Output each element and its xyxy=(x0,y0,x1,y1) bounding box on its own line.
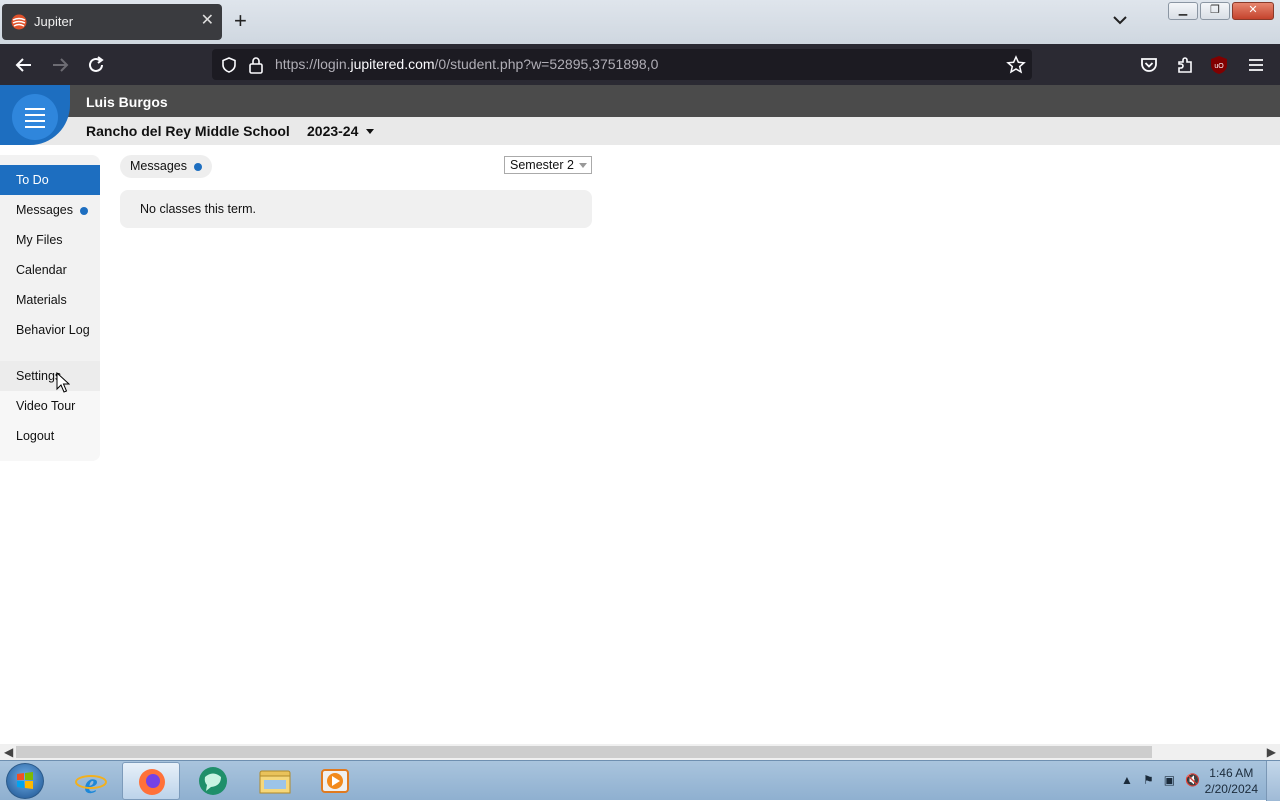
horizontal-scrollbar[interactable]: ◀ ▶ xyxy=(0,744,1280,760)
bookmark-star-icon[interactable] xyxy=(1006,55,1026,75)
svg-text:e: e xyxy=(84,767,97,800)
sidebar-item-label: To Do xyxy=(16,173,49,187)
new-tab-icon[interactable]: + xyxy=(234,8,247,34)
messages-pill[interactable]: Messages xyxy=(120,155,212,178)
scroll-left-icon[interactable]: ◀ xyxy=(4,745,13,759)
url-text: https://login.jupitered.com/0/student.ph… xyxy=(275,56,659,72)
scroll-right-icon[interactable]: ▶ xyxy=(1267,745,1276,759)
restore-icon[interactable]: ❐ xyxy=(1200,2,1230,20)
sidebar-item-messages[interactable]: Messages xyxy=(0,195,100,225)
chevron-down-icon xyxy=(579,163,587,168)
browser-tab-strip: Jupiter ✕ + ▁ ❐ ✕ xyxy=(0,0,1280,44)
url-bar[interactable]: https://login.jupitered.com/0/student.ph… xyxy=(212,49,1032,80)
reload-icon[interactable] xyxy=(85,54,107,76)
sidebar-item-label: Logout xyxy=(16,429,55,443)
sidebar-item-calendar[interactable]: Calendar xyxy=(0,255,100,285)
volume-muted-icon[interactable]: 🔇 xyxy=(1185,773,1200,787)
sidebar-item-label: My Files xyxy=(16,233,63,247)
window-controls: ▁ ❐ ✕ xyxy=(1168,2,1274,20)
school-bar: Rancho del Rey Middle School 2023-24 xyxy=(0,117,1280,145)
sidebar-item-label: Behavior Log xyxy=(16,323,90,337)
sidebar-item-logout[interactable]: Logout xyxy=(0,421,100,451)
app-header: Luis Burgos xyxy=(0,85,1280,117)
unread-dot-icon xyxy=(79,206,88,215)
tab-close-icon[interactable]: ✕ xyxy=(201,10,214,30)
app-menu-icon[interactable] xyxy=(1245,54,1267,76)
extensions-puzzle-icon[interactable] xyxy=(1174,54,1196,76)
windows-taskbar: e ▲ ⚑ ▣ 🔇 1:46 AM 2/20/2024 xyxy=(0,760,1280,801)
svg-text:uO: uO xyxy=(1214,63,1224,70)
tab-title: Jupiter xyxy=(34,14,74,29)
jupiter-favicon-icon xyxy=(11,14,27,30)
action-center-flag-icon[interactable]: ⚑ xyxy=(1143,773,1154,787)
start-button-icon[interactable] xyxy=(6,763,44,799)
ublock-origin-icon[interactable]: uO xyxy=(1208,54,1230,76)
sidebar-item-behavior-log[interactable]: Behavior Log xyxy=(0,315,100,345)
sidebar-item-materials[interactable]: Materials xyxy=(0,285,100,315)
browser-tab[interactable]: Jupiter ✕ xyxy=(2,4,222,40)
sidebar-item-label: Messages xyxy=(16,203,73,217)
empty-classes-panel: No classes this term. xyxy=(120,190,592,228)
sidebar-item-label: Settings xyxy=(16,369,62,383)
user-name: Luis Burgos xyxy=(86,94,168,110)
system-clock[interactable]: 1:46 AM 2/20/2024 xyxy=(1205,765,1258,797)
unread-dot-icon xyxy=(193,162,202,171)
network-icon[interactable]: ▣ xyxy=(1164,773,1175,787)
sidebar-item-todo[interactable]: To Do xyxy=(0,165,100,195)
semester-value: Semester 2 xyxy=(510,158,574,172)
school-name: Rancho del Rey Middle School xyxy=(86,123,290,139)
window-close-icon[interactable]: ✕ xyxy=(1232,2,1274,20)
media-player-icon[interactable] xyxy=(306,762,364,800)
year-dropdown-icon[interactable] xyxy=(366,129,374,134)
empty-message: No classes this term. xyxy=(140,202,257,216)
messages-pill-label: Messages xyxy=(130,159,187,173)
sidebar-item-video-tour[interactable]: Video Tour xyxy=(0,391,100,421)
chat-app-icon[interactable] xyxy=(184,762,242,800)
sidebar-item-label: Video Tour xyxy=(16,399,76,413)
list-all-tabs-icon[interactable] xyxy=(1110,10,1130,30)
pocket-icon[interactable] xyxy=(1138,54,1160,76)
minimize-icon[interactable]: ▁ xyxy=(1168,2,1198,20)
tracking-shield-icon[interactable] xyxy=(220,56,238,74)
system-tray: ▲ ⚑ ▣ 🔇 xyxy=(1121,773,1200,787)
back-arrow-icon[interactable] xyxy=(13,54,35,76)
sidebar-item-settings[interactable]: Settings xyxy=(0,361,100,391)
internet-explorer-icon[interactable]: e xyxy=(62,762,120,800)
mouse-cursor-icon xyxy=(56,372,70,393)
clock-time: 1:46 AM xyxy=(1209,766,1254,780)
hamburger-icon xyxy=(25,108,45,132)
browser-nav-bar: https://login.jupitered.com/0/student.ph… xyxy=(0,44,1280,85)
show-desktop-button[interactable] xyxy=(1266,761,1280,801)
file-explorer-icon[interactable] xyxy=(246,762,304,800)
lock-icon[interactable] xyxy=(248,56,264,74)
show-hidden-icons-icon[interactable]: ▲ xyxy=(1121,773,1133,787)
sidebar: To Do Messages My Files Calendar Materia… xyxy=(0,155,100,461)
sidebar-item-label: Calendar xyxy=(16,263,67,277)
forward-arrow-icon[interactable] xyxy=(49,54,71,76)
firefox-taskbar-icon[interactable] xyxy=(122,762,180,800)
semester-select[interactable]: Semester 2 xyxy=(504,156,592,174)
school-year-selector[interactable]: 2023-24 xyxy=(307,123,358,139)
clock-date: 2/20/2024 xyxy=(1204,782,1258,796)
main-menu-button[interactable] xyxy=(12,94,58,140)
sidebar-item-label: Materials xyxy=(16,293,67,307)
scrollbar-thumb[interactable] xyxy=(16,746,1152,758)
sidebar-item-my-files[interactable]: My Files xyxy=(0,225,100,255)
